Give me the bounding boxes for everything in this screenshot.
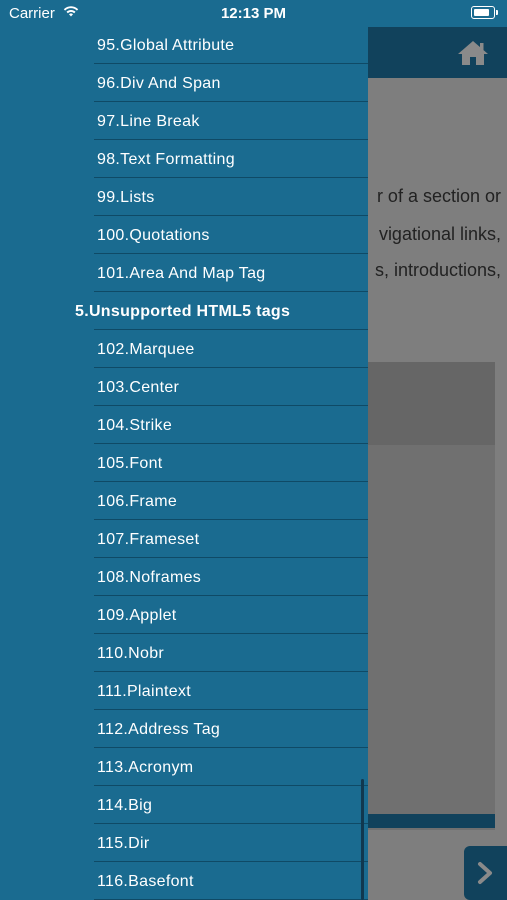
- home-icon[interactable]: [457, 39, 489, 67]
- drawer-item-label: 96.Div And Span: [97, 75, 221, 92]
- drawer-item-label: 107.Frameset: [97, 531, 200, 548]
- drawer-item[interactable]: 116.Basefont: [0, 862, 368, 900]
- drawer-item[interactable]: 107.Frameset: [0, 520, 368, 558]
- drawer-item[interactable]: 105.Font: [0, 444, 368, 482]
- drawer-item-label: 106.Frame: [97, 493, 178, 510]
- drawer-item[interactable]: 113.Acronym: [0, 748, 368, 786]
- status-bar: Carrier 12:13 PM: [0, 0, 507, 27]
- drawer-item-label: 103.Center: [97, 379, 180, 396]
- content-card-header: [368, 362, 495, 445]
- content-card-footer: [368, 814, 495, 828]
- drawer-item[interactable]: 101.Area And Map Tag: [0, 254, 368, 292]
- drawer-item-label: 104.Strike: [97, 417, 173, 434]
- drawer-item-label: 99.Lists: [97, 189, 155, 206]
- drawer-item[interactable]: 98.Text Formatting: [0, 140, 368, 178]
- drawer-item-label: 109.Applet: [97, 607, 177, 624]
- drawer-item[interactable]: 100.Quotations: [0, 216, 368, 254]
- drawer-item[interactable]: 102.Marquee: [0, 330, 368, 368]
- drawer-item-label: 100.Quotations: [97, 227, 210, 244]
- drawer-item[interactable]: 103.Center: [0, 368, 368, 406]
- drawer-item-label: 5.Unsupported HTML5 tags: [75, 303, 291, 320]
- drawer-item[interactable]: 114.Big: [0, 786, 368, 824]
- chevron-right-icon: [478, 862, 492, 884]
- drawer-item[interactable]: 111.Plaintext: [0, 672, 368, 710]
- drawer-item-label: 113.Acronym: [97, 759, 194, 776]
- next-button[interactable]: [464, 846, 507, 900]
- drawer-item-label: 105.Font: [97, 455, 163, 472]
- drawer-item-label: 98.Text Formatting: [97, 151, 235, 168]
- scrollbar[interactable]: [361, 779, 364, 900]
- drawer-item[interactable]: 112.Address Tag: [0, 710, 368, 748]
- drawer-item-label: 114.Big: [97, 797, 153, 814]
- drawer-item[interactable]: 110.Nobr: [0, 634, 368, 672]
- drawer-item[interactable]: 106.Frame: [0, 482, 368, 520]
- drawer-item-label: 97.Line Break: [97, 113, 200, 130]
- content-card: [368, 362, 495, 830]
- drawer-item[interactable]: 97.Line Break: [0, 102, 368, 140]
- drawer-item-label: 111.Plaintext: [97, 683, 192, 700]
- drawer-item[interactable]: 104.Strike: [0, 406, 368, 444]
- drawer-item-label: 110.Nobr: [97, 645, 165, 662]
- drawer-item-label: 116.Basefont: [97, 873, 194, 890]
- drawer-item[interactable]: 96.Div And Span: [0, 64, 368, 102]
- drawer-item[interactable]: 99.Lists: [0, 178, 368, 216]
- drawer-item-label: 101.Area And Map Tag: [97, 265, 266, 282]
- drawer-item-label: 108.Noframes: [97, 569, 202, 586]
- drawer-item-label: 115.Dir: [97, 835, 150, 852]
- battery-icon: [471, 6, 498, 19]
- navigation-drawer: 95.Global Attribute 96.Div And Span 97.Lin…: [0, 27, 368, 900]
- drawer-item-label: 112.Address Tag: [97, 721, 221, 738]
- drawer-section-header[interactable]: 5.Unsupported HTML5 tags: [0, 292, 368, 330]
- drawer-item-label: 102.Marquee: [97, 341, 195, 358]
- drawer-item-label: 95.Global Attribute: [97, 37, 235, 54]
- drawer-item[interactable]: 115.Dir: [0, 824, 368, 862]
- drawer-item[interactable]: 95.Global Attribute: [0, 27, 368, 64]
- drawer-item[interactable]: 108.Noframes: [0, 558, 368, 596]
- status-time: 12:13 PM: [220, 5, 287, 22]
- drawer-item[interactable]: 109.Applet: [0, 596, 368, 634]
